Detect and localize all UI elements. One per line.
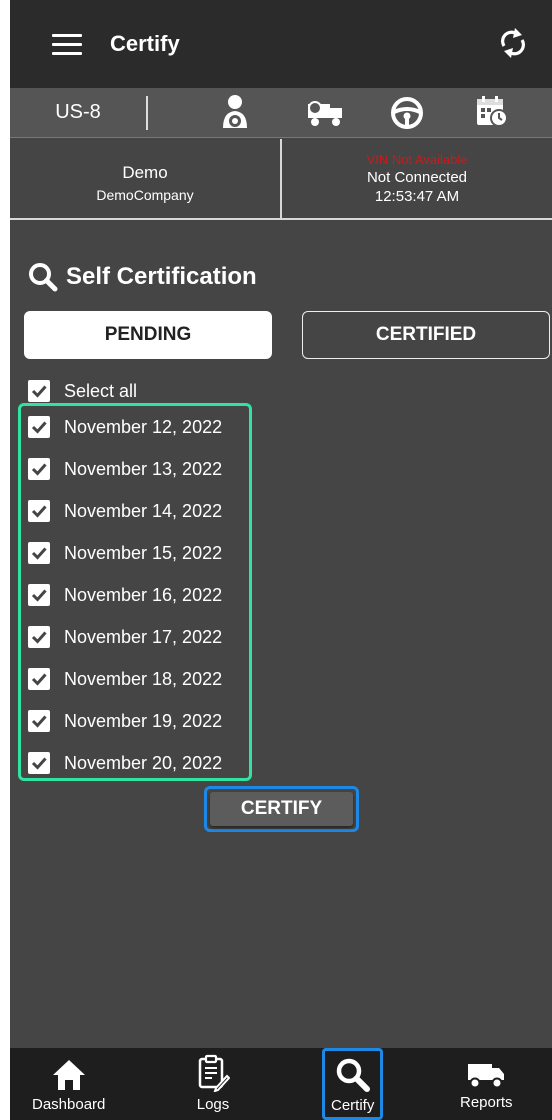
- vin-status: VIN Not Available: [366, 152, 468, 167]
- truck-status-icon[interactable]: [306, 98, 346, 133]
- status-bar: US-8: [10, 88, 552, 138]
- certify-button-highlight: CERTIFY: [204, 786, 359, 832]
- checkbox-checked-icon[interactable]: [28, 626, 50, 648]
- tab-certified[interactable]: CERTIFIED: [302, 311, 550, 359]
- section-title-text: Self Certification: [66, 263, 257, 290]
- ruleset-label: US-8: [55, 101, 101, 123]
- app-bar: Certify: [10, 0, 552, 88]
- list-item[interactable]: November 18, 2022: [28, 658, 222, 700]
- tab-pending[interactable]: PENDING: [24, 311, 272, 359]
- nav-dashboard[interactable]: Dashboard: [32, 1058, 105, 1113]
- driver-status-icon[interactable]: [220, 94, 250, 137]
- home-icon: [52, 1060, 85, 1090]
- date-label: November 20, 2022: [64, 752, 223, 773]
- search-icon: [336, 1058, 370, 1092]
- company-name: DemoCompany: [96, 186, 194, 203]
- list-item[interactable]: November 16, 2022: [28, 574, 222, 616]
- connection-status: Not Connected: [366, 169, 468, 186]
- checkbox-checked-icon[interactable]: [28, 668, 50, 690]
- certify-button[interactable]: CERTIFY: [210, 792, 353, 826]
- checkbox-checked-icon[interactable]: [28, 752, 50, 774]
- driver-info: Demo DemoCompany: [10, 139, 282, 218]
- list-item[interactable]: November 15, 2022: [28, 532, 222, 574]
- date-list: Select all November 12, 2022 November 13…: [28, 376, 222, 784]
- list-item[interactable]: November 13, 2022: [28, 448, 222, 490]
- nav-certify[interactable]: Certify: [322, 1048, 384, 1120]
- date-label: November 17, 2022: [64, 626, 223, 647]
- vehicle-info: VIN Not Available Not Connected 12:53:47…: [282, 139, 552, 218]
- checkbox-checked-icon[interactable]: [28, 416, 50, 438]
- date-label: November 18, 2022: [64, 668, 223, 689]
- nav-logs[interactable]: Logs: [196, 1054, 230, 1113]
- clipboard-icon: [198, 1054, 230, 1092]
- list-item[interactable]: November 17, 2022: [28, 616, 222, 658]
- date-label: November 14, 2022: [64, 500, 223, 521]
- section-title: Self Certification: [28, 262, 257, 292]
- driver-name: Demo: [122, 162, 168, 182]
- page-title: Certify: [110, 31, 180, 56]
- nav-dashboard-label: Dashboard: [32, 1096, 106, 1113]
- list-item[interactable]: November 19, 2022: [28, 700, 222, 742]
- search-icon: [29, 263, 58, 292]
- steering-wheel-icon[interactable]: [390, 96, 424, 135]
- bottom-nav: Dashboard Logs Certify Reports: [10, 1048, 552, 1120]
- checkbox-checked-icon[interactable]: [28, 500, 50, 522]
- list-item[interactable]: November 14, 2022: [28, 490, 222, 532]
- calendar-clock-icon[interactable]: [474, 94, 510, 135]
- date-label: November 16, 2022: [64, 584, 223, 605]
- checkbox-checked-icon[interactable]: [28, 458, 50, 480]
- date-label: November 13, 2022: [64, 458, 223, 479]
- divider: [146, 95, 148, 130]
- select-all-label: Select all: [64, 380, 138, 401]
- date-label: November 12, 2022: [64, 416, 223, 437]
- info-bar: Demo DemoCompany VIN Not Available Not C…: [10, 139, 552, 220]
- sync-icon[interactable]: [500, 26, 526, 65]
- current-time: 12:53:47 AM: [374, 188, 460, 205]
- checkbox-checked-icon[interactable]: [28, 710, 50, 732]
- checkbox-checked-icon[interactable]: [28, 380, 50, 402]
- checkbox-checked-icon[interactable]: [28, 584, 50, 606]
- date-label: November 15, 2022: [64, 542, 223, 563]
- nav-reports-label: Reports: [460, 1094, 513, 1111]
- nav-reports[interactable]: Reports: [460, 1060, 513, 1111]
- date-label: November 19, 2022: [64, 710, 223, 731]
- menu-icon[interactable]: [52, 33, 82, 55]
- nav-certify-label: Certify: [331, 1097, 375, 1114]
- checkbox-checked-icon[interactable]: [28, 542, 50, 564]
- list-item[interactable]: November 20, 2022: [28, 742, 222, 784]
- list-item[interactable]: November 12, 2022: [28, 406, 222, 448]
- nav-logs-label: Logs: [196, 1096, 230, 1113]
- truck-icon: [468, 1064, 505, 1089]
- select-all-row[interactable]: Select all: [28, 376, 222, 406]
